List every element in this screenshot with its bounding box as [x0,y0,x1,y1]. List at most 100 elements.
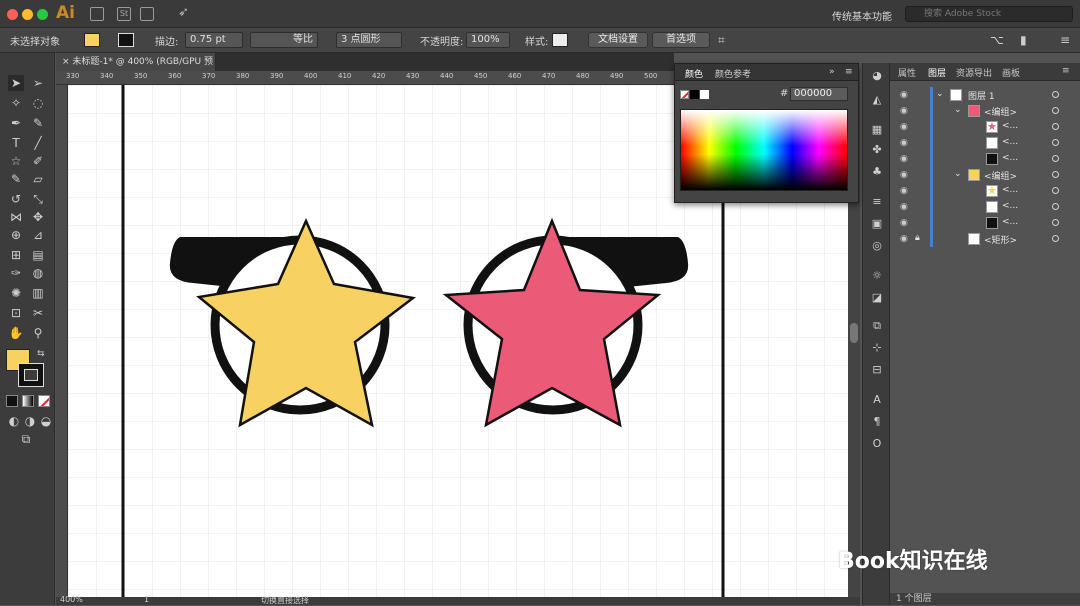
tab-layers[interactable]: 图层 [928,66,946,79]
hand-tool-icon[interactable]: ✋ [8,325,24,341]
rotate-tool-icon[interactable]: ↺ [8,191,24,207]
layer-row[interactable]: ◉ <... [890,135,1080,151]
color-spectrum[interactable] [680,109,848,191]
graphic-style-swatch[interactable] [552,33,568,47]
target-icon[interactable] [1052,107,1059,114]
star-tool-icon[interactable]: ☆ [8,153,24,169]
layer-row[interactable]: ◉ 🔒︎ <矩形> [890,231,1080,247]
zoom-window-button[interactable] [37,9,48,20]
tab-artboards[interactable]: 画板 [1002,66,1020,79]
gradient-panel-icon[interactable]: ▣ [869,217,885,231]
panel-menu-icon[interactable]: ≡ [1060,33,1070,47]
lasso-icon[interactable]: ◌ [30,95,46,111]
target-icon[interactable] [1052,219,1059,226]
target-icon[interactable] [1052,139,1059,146]
direct-selection-tool-icon[interactable]: ➢ [30,75,46,91]
chevron-down-icon[interactable]: ⌄ [954,105,962,115]
workspace-switcher[interactable]: 传统基本功能 [832,8,892,23]
symbol-sprayer-icon[interactable]: ✺ [8,285,24,301]
lock-icon[interactable]: 🔒︎ [915,233,920,243]
tab-color-guide[interactable]: 颜色参考 [715,67,751,80]
curvature-tool-icon[interactable]: ✎ [30,115,46,131]
brushes-icon[interactable]: ✤ [869,143,885,157]
line-tool-icon[interactable]: ╱ [30,135,46,151]
arrange-documents-icon[interactable] [140,7,154,21]
layer-row[interactable]: ◉ ⌄ <编组> [890,167,1080,183]
perspective-grid-icon[interactable]: ⊿ [30,227,46,243]
document-tab[interactable]: × 未标题-1* @ 400% (RGB/GPU 预览) [56,53,216,85]
scale-tool-icon[interactable]: ⤡ [30,191,46,207]
panel-menu-icon[interactable]: ≡ [845,67,853,77]
swap-colors-icon[interactable]: ⇆ [37,349,45,359]
align-icon[interactable]: ⌗ [718,33,725,48]
panel-menu-icon[interactable]: ≡ [1062,66,1070,76]
artboard-tool-icon[interactable]: ⊡ [8,305,24,321]
visibility-eye-icon[interactable]: ◉ [900,234,908,244]
layer-row[interactable]: ◉ <... [890,199,1080,215]
character-icon[interactable]: A [869,393,885,407]
stroke-weight-field[interactable]: 0.75 pt [185,32,243,48]
layer-row[interactable]: ◉ <... [890,151,1080,167]
magic-wand-icon[interactable]: ✧ [8,95,24,111]
layer-row[interactable]: ◉ ★ <... [890,183,1080,199]
layer-row[interactable]: ◉ ⌄ <编组> [890,103,1080,119]
color-panel-icon[interactable]: ◕ [869,69,885,83]
shaper-tool-icon[interactable]: ✎ [8,171,24,187]
none-swatch-icon[interactable] [680,90,689,99]
column-graph-icon[interactable]: ▥ [30,285,46,301]
tab-color[interactable]: 颜色 [685,67,703,80]
stroke-color-box[interactable] [18,363,44,387]
fill-swatch[interactable] [84,33,100,47]
puppet-warp-icon[interactable]: ✥ [30,209,46,225]
gpu-performance-icon[interactable]: ➶ [178,5,189,20]
black-swatch[interactable] [690,90,699,99]
visibility-eye-icon[interactable]: ◉ [900,170,908,180]
paragraph-icon[interactable]: ¶ [869,415,885,429]
swatches-icon[interactable]: ▦ [869,123,885,137]
eraser-icon[interactable]: ▱ [30,171,46,187]
preferences-button[interactable]: 首选项 [652,32,710,48]
color-guide-icon[interactable]: ◭ [869,93,885,107]
graphic-styles-icon[interactable]: ◪ [869,291,885,305]
visibility-eye-icon[interactable]: ◉ [900,186,908,196]
symbols-icon[interactable]: ♣ [869,165,885,179]
slice-tool-icon[interactable]: ✂ [30,305,46,321]
stroke-panel-icon[interactable]: ≡ [869,195,885,209]
color-mode-icon[interactable] [6,395,18,407]
visibility-eye-icon[interactable]: ◉ [900,202,908,212]
target-icon[interactable] [1052,123,1059,130]
visibility-eye-icon[interactable]: ◉ [900,90,908,100]
variable-width-profile[interactable]: 等比 [250,32,318,48]
pathfinder-icon[interactable]: ⧉ [869,319,885,333]
close-window-button[interactable] [7,9,18,20]
align-panel-icon[interactable]: ⊟ [869,363,885,377]
stock-search-input[interactable]: 搜索 Adobe Stock [905,6,1073,22]
minimize-window-button[interactable] [22,9,33,20]
width-tool-icon[interactable]: ⋈ [8,209,24,225]
stroke-swatch[interactable] [118,33,134,47]
target-icon[interactable] [1052,155,1059,162]
draw-behind-icon[interactable]: ◑ [22,413,38,429]
bridge-icon[interactable] [90,7,104,21]
target-icon[interactable] [1052,187,1059,194]
artboard-number[interactable]: 1 [144,595,149,604]
chevron-down-icon[interactable]: ⌄ [936,89,944,99]
layer-row[interactable]: ◉ ⌄ 图层 1 [890,87,1080,103]
collapse-icon[interactable]: » [829,67,835,77]
gradient-mode-icon[interactable] [22,395,34,407]
pen-tool-icon[interactable]: ✒ [8,115,24,131]
opacity-field[interactable]: 100% [466,32,510,48]
document-setup-button[interactable]: 文档设置 [588,32,648,48]
visibility-eye-icon[interactable]: ◉ [900,218,908,228]
visibility-eye-icon[interactable]: ◉ [900,106,908,116]
stock-icon[interactable]: St [117,7,131,21]
paintbrush-icon[interactable]: ✐ [30,153,46,169]
chevron-down-icon[interactable]: ⌄ [954,169,962,179]
shape-builder-icon[interactable]: ⊕ [8,227,24,243]
opentype-icon[interactable]: O [869,437,885,451]
tab-asset-export[interactable]: 资源导出 [956,66,992,79]
draw-inside-icon[interactable]: ◒ [38,413,54,429]
layer-row[interactable]: ◉ ★ <... [890,119,1080,135]
blend-tool-icon[interactable]: ◍ [30,265,46,281]
brush-definition[interactable]: 3 点圆形 [336,32,402,48]
